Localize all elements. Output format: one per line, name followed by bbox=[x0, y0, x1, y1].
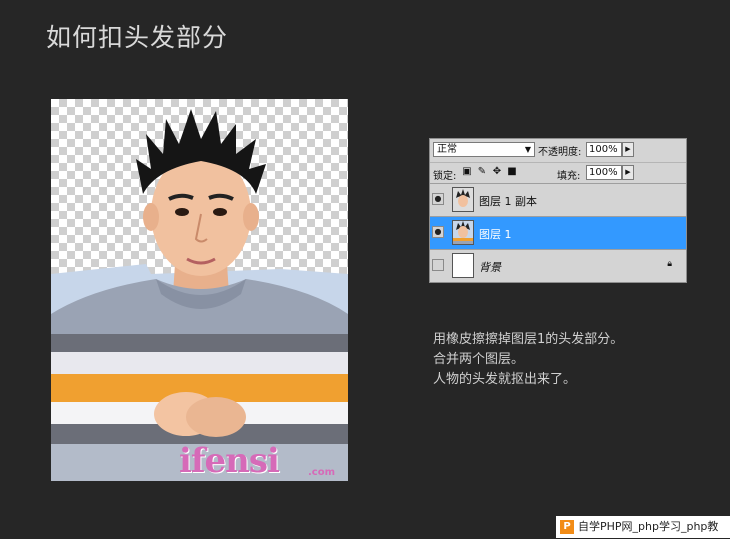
watermark-text: ifensi bbox=[179, 441, 280, 481]
instruction-line: 人物的头发就抠出来了。 bbox=[433, 372, 577, 387]
lock-icon: 🔒︎ bbox=[667, 259, 672, 269]
instruction-line: 合并两个图层。 bbox=[433, 352, 525, 367]
lock-fill-row: 锁定: ▣ ✎ ✥ ■ 填充: 100% ▶ bbox=[430, 162, 686, 183]
site-footer-badge[interactable]: P 自学PHP网_php学习_php教 bbox=[556, 516, 730, 538]
blend-mode-select[interactable]: 正常 ▼ bbox=[433, 142, 535, 157]
layer-row-background[interactable]: ● 背景 🔒︎ bbox=[430, 249, 686, 282]
layer-thumbnail bbox=[452, 187, 474, 212]
lock-brush-icon[interactable]: ✎ bbox=[477, 166, 487, 177]
layers-panel: 正常 ▼ 不透明度: 100% ▶ 锁定: ▣ ✎ ✥ ■ 填充: 100% ▶… bbox=[429, 138, 687, 283]
layer-name: 图层 1 bbox=[479, 228, 512, 241]
instruction-line: 用橡皮擦擦掉图层1的头发部分。 bbox=[433, 332, 624, 347]
watermark-suffix: .com bbox=[308, 467, 336, 478]
fill-label: 填充: bbox=[557, 171, 581, 182]
fill-slider-arrow-icon[interactable]: ▶ bbox=[622, 165, 634, 180]
layer-thumbnail bbox=[452, 220, 474, 245]
opacity-slider-arrow-icon[interactable]: ▶ bbox=[622, 142, 634, 157]
layer-thumbnail bbox=[452, 253, 474, 278]
lock-move-icon[interactable]: ✥ bbox=[492, 166, 502, 177]
portrait-image: ifensi .com bbox=[51, 99, 348, 481]
layer-row-copy[interactable]: ● 图层 1 副本 bbox=[430, 183, 686, 216]
instructions: 用橡皮擦擦掉图层1的头发部分。 合并两个图层。 人物的头发就抠出来了。 bbox=[433, 330, 623, 390]
blend-opacity-row: 正常 ▼ 不透明度: 100% ▶ bbox=[430, 139, 686, 161]
lock-label: 锁定: bbox=[433, 171, 457, 182]
opacity-label: 不透明度: bbox=[538, 147, 582, 158]
eye-icon[interactable]: ● bbox=[432, 193, 444, 205]
fill-input[interactable]: 100% bbox=[586, 165, 622, 180]
layer-name: 图层 1 副本 bbox=[479, 195, 537, 208]
blend-mode-value: 正常 bbox=[437, 144, 457, 155]
lock-all-icon[interactable]: ■ bbox=[507, 166, 517, 177]
dropdown-arrow-icon: ▼ bbox=[524, 145, 531, 154]
site-logo-icon: P bbox=[560, 520, 574, 534]
layer-name: 背景 bbox=[479, 261, 501, 274]
visibility-toggle[interactable]: ● bbox=[432, 259, 444, 271]
slide-title: 如何扣头发部分 bbox=[46, 23, 229, 52]
layer-row-layer1[interactable]: ● 图层 1 bbox=[430, 216, 686, 249]
opacity-input[interactable]: 100% bbox=[586, 142, 622, 157]
lock-transparency-icon[interactable]: ▣ bbox=[462, 166, 472, 177]
footer-text: 自学PHP网_php学习_php教 bbox=[578, 520, 719, 533]
eye-icon[interactable]: ● bbox=[432, 226, 444, 238]
